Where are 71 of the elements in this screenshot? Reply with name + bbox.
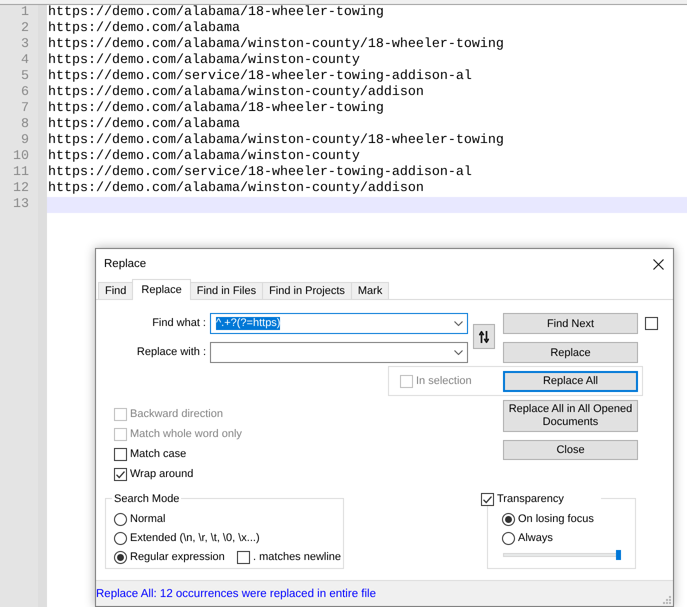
checkbox[interactable] [114,468,127,480]
replace-button[interactable]: Replace [503,342,638,363]
radio-label: Normal [130,513,166,525]
replace-all-opened-button[interactable]: Replace All in All Opened Documents [503,400,638,432]
up-down-arrows-icon[interactable] [479,330,489,342]
close-button[interactable]: Close [503,440,638,460]
field-label: Find what : [152,316,206,331]
resize-grip-icon[interactable] [663,596,671,604]
close-icon[interactable] [652,258,664,270]
slider-thumb[interactable] [616,550,621,560]
line-number: 5 [21,69,30,85]
line-number: 10 [13,149,30,165]
replace-with-field[interactable] [210,342,468,363]
tab[interactable]: Find in Files [190,282,264,299]
radio-label: Regular expression [130,551,225,563]
code-line: https://demo.com/service/18-wheeler-towing-addison-al [47,69,472,85]
radio-label: Always [518,532,553,544]
line-number: 2 [21,21,30,37]
checkbox-label: Backward direction [130,408,223,420]
radio-button[interactable] [114,550,127,564]
find-next-button[interactable]: Find Next [503,313,638,334]
code-line: https://demo.com/alabama/18-wheeler-towing [47,5,384,21]
line-number: 1 [21,5,30,21]
code-line: https://demo.com/alabama [47,117,240,133]
tab[interactable]: Find in Projects [262,282,352,299]
dialog-title: Replace [104,258,146,270]
code-line: https://demo.com/service/18-wheeler-towing-addison-al [47,165,472,181]
slider-track[interactable] [503,550,621,560]
code-line: https://demo.com/alabama/winston-county/18-wheeler-towing [47,37,504,53]
checkbox-label: . matches newline [253,551,342,563]
checkbox[interactable] [237,550,250,564]
code-line: https://demo.com/alabama/winston-county/addison [47,181,424,197]
checkbox-label: In selection [416,375,472,387]
line-number: 12 [13,181,30,197]
replace-all-button[interactable]: Replace All [503,370,638,392]
checkbox[interactable] [114,448,127,460]
checkbox-label: Transparency [497,493,564,505]
code-line: https://demo.com/alabama/winston-county [47,53,360,69]
code-line: https://demo.com/alabama/18-wheeler-towing [47,101,384,117]
radio-label: Extended (\n, \r, \t, \0, \x...) [130,532,260,544]
tab[interactable]: Mark [350,282,390,299]
checkbox-label: Wrap around [130,468,194,480]
line-number: 13 [13,197,30,213]
checkbox[interactable] [481,492,494,506]
dropdown-caret-icon[interactable] [454,350,463,355]
checkbox-label: Match whole word only [130,428,242,440]
tab[interactable]: Replace [132,279,191,300]
line-number: 8 [21,117,30,133]
line-number: 9 [21,133,30,149]
line-number: 3 [21,37,30,53]
line-number: 7 [21,101,30,117]
dropdown-caret-icon[interactable] [454,321,463,326]
radio-button[interactable] [114,512,127,526]
checkbox[interactable] [645,317,658,330]
code-line: https://demo.com/alabama [47,21,240,37]
checkbox-label: Match case [130,448,186,460]
radio-button[interactable] [502,512,515,526]
code-line: https://demo.com/alabama/winston-county [47,149,360,165]
radio-button[interactable] [114,532,127,544]
radio-label: On losing focus [518,513,594,525]
line-number: 4 [21,53,30,69]
swap-button[interactable] [473,324,495,349]
code-line: https://demo.com/alabama/winston-county/addison [47,85,424,101]
status-message: Replace All: 12 occurrences were replaced in entire file [96,588,376,600]
code-line: https://demo.com/alabama/winston-county/18-wheeler-towing [47,133,504,149]
line-number: 11 [13,165,30,181]
tab[interactable]: Find [98,282,134,299]
field-label: Replace with : [136,345,206,360]
radio-button[interactable] [502,532,515,544]
line-number: 6 [21,85,30,101]
find-what-field[interactable]: ^.+?(?=https) [210,313,468,334]
